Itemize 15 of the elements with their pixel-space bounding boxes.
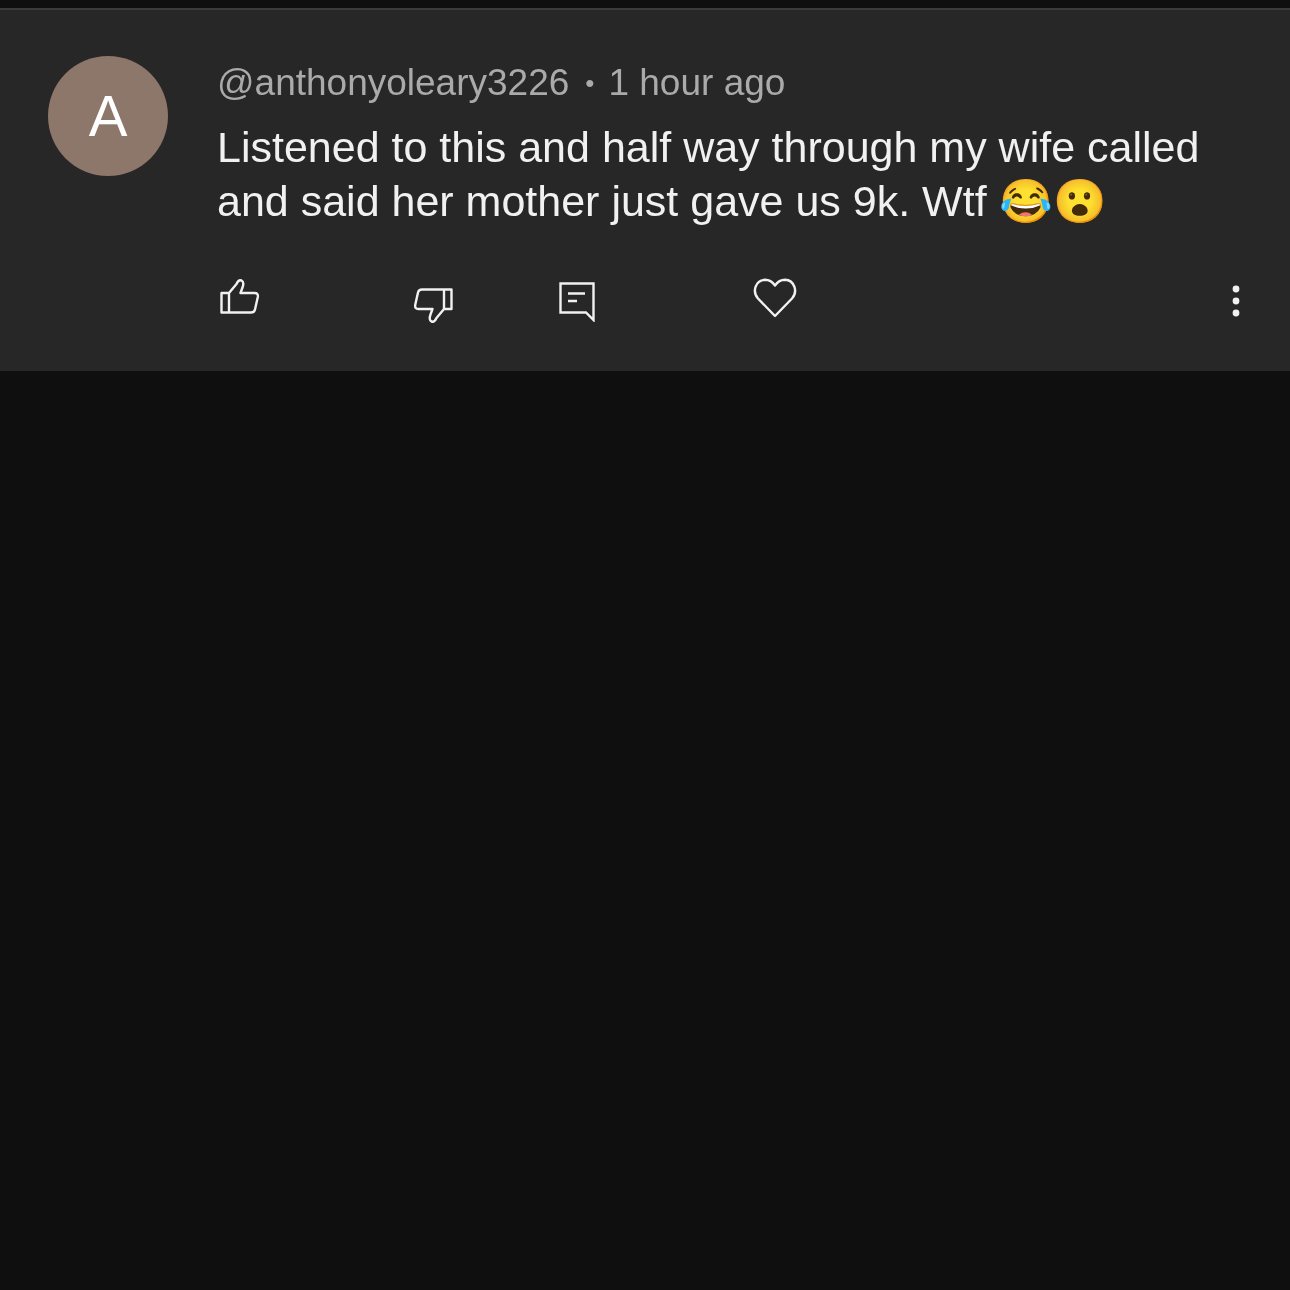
heart-button[interactable] — [753, 278, 797, 318]
comment-icon — [559, 282, 595, 322]
thumbs-down-icon — [413, 288, 453, 324]
more-options-icon — [1230, 284, 1242, 318]
thumbs-up-icon — [220, 278, 260, 314]
reply-button[interactable] — [559, 282, 595, 322]
author-name[interactable]: @anthonyoleary3226 — [217, 63, 570, 103]
separator-dot: • — [585, 67, 595, 100]
heart-icon — [753, 278, 797, 318]
like-button[interactable] — [220, 278, 260, 314]
comment-time: 1 hour ago — [608, 63, 786, 103]
comment-text: Listened to this and half way through my wife called and said her mother just gave us 9k. Wtf 😂😮 — [217, 122, 1201, 227]
avatar[interactable]: A — [48, 56, 168, 176]
more-options-button[interactable] — [1230, 284, 1242, 318]
dislike-button[interactable] — [413, 288, 453, 324]
